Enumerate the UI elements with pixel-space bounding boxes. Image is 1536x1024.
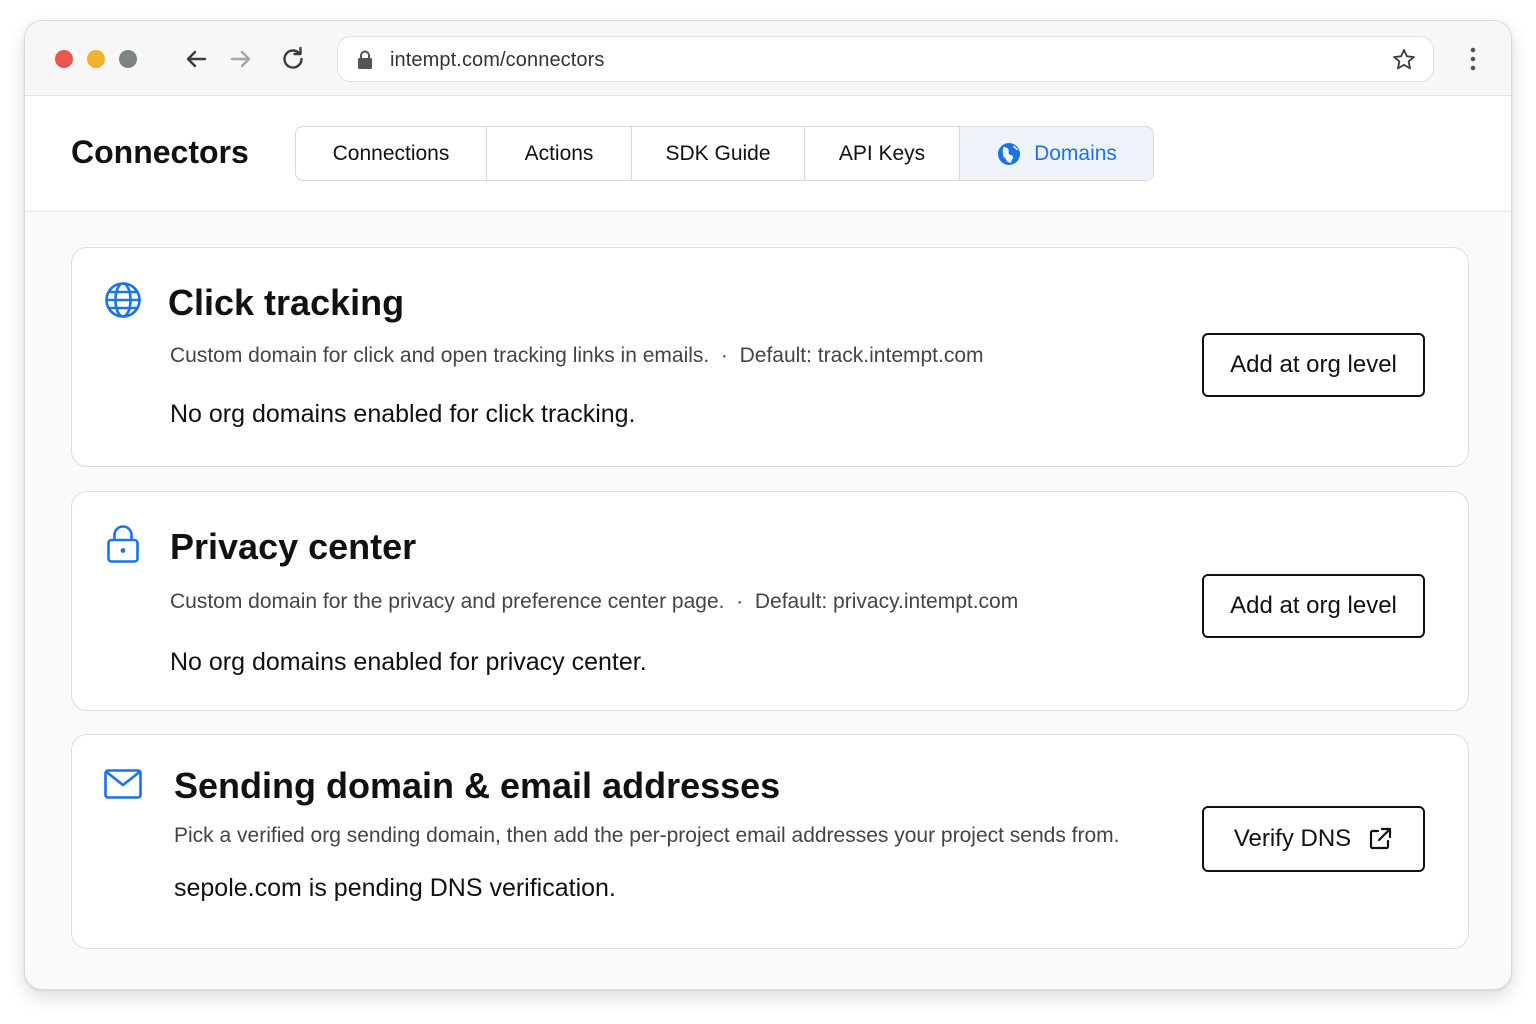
add-at-org-level-button[interactable]: Add at org level <box>1202 574 1425 638</box>
star-icon[interactable] <box>1391 47 1417 73</box>
description-text: Custom domain for click and open trackin… <box>170 344 710 367</box>
default-domain: Default: privacy.intempt.com <box>754 590 1019 613</box>
card-title: Privacy center <box>170 526 417 567</box>
button-label: Add at org level <box>1230 351 1397 378</box>
card-description: Pick a verified org sending domain, then… <box>174 824 1120 847</box>
page-title: Connectors <box>71 134 249 170</box>
button-label: Add at org level <box>1230 592 1397 619</box>
tab-sdk-guide[interactable]: SDK Guide <box>632 127 805 180</box>
mail-icon <box>104 769 142 799</box>
add-at-org-level-button[interactable]: Add at org level <box>1202 333 1425 397</box>
tab-label: Actions <box>524 141 594 165</box>
back-button[interactable] <box>180 43 212 75</box>
card-title: Sending domain & email addresses <box>174 765 781 806</box>
sending-domain-card: Sending domain & email addresses Pick a … <box>71 734 1469 949</box>
reload-icon <box>283 46 303 69</box>
card-description: Custom domain for the privacy and prefer… <box>170 590 1018 614</box>
browser-toolbar: intempt.com/connectors <box>25 21 1511 96</box>
globe-icon <box>104 281 142 319</box>
description-text: Custom domain for the privacy and prefer… <box>170 590 725 613</box>
tab-domains[interactable]: Domains <box>960 127 1153 180</box>
arrow-right-icon <box>230 50 251 68</box>
tab-label: API Keys <box>838 141 926 165</box>
verify-dns-button[interactable]: Verify DNS <box>1202 806 1425 872</box>
close-window-button[interactable] <box>55 50 73 68</box>
page-header: Connectors Connections Actions SDK Guide… <box>25 96 1511 212</box>
reload-button[interactable] <box>277 43 309 75</box>
privacy-center-card: Privacy center Custom domain for the pri… <box>71 491 1469 711</box>
address-bar[interactable]: intempt.com/connectors <box>337 36 1434 82</box>
click-tracking-card: Click tracking Custom domain for click a… <box>71 247 1469 467</box>
external-link-icon <box>1370 827 1392 850</box>
maximize-window-button[interactable] <box>119 50 137 68</box>
arrow-left-icon <box>186 50 207 68</box>
lock-icon <box>106 524 140 564</box>
browser-window: intempt.com/connectors Connectors Connec… <box>24 20 1512 990</box>
tab-label: Domains <box>1034 141 1117 165</box>
tab-actions[interactable]: Actions <box>487 127 632 180</box>
lock-icon <box>358 50 372 69</box>
card-description: Custom domain for click and open trackin… <box>170 344 984 368</box>
button-label: Verify DNS <box>1233 825 1352 852</box>
tab-api-keys[interactable]: API Keys <box>805 127 960 180</box>
separator-dot: · <box>715 344 734 367</box>
tab-label: Connections <box>332 141 450 165</box>
url-text[interactable]: intempt.com/connectors <box>390 49 605 72</box>
card-title: Click tracking <box>168 282 405 323</box>
globe-icon <box>998 142 1021 165</box>
card-status: No org domains enabled for click trackin… <box>170 400 636 428</box>
card-status: No org domains enabled for privacy cente… <box>170 648 647 676</box>
minimize-window-button[interactable] <box>87 50 105 68</box>
default-domain: Default: track.intempt.com <box>739 344 984 367</box>
forward-button[interactable] <box>225 43 257 75</box>
more-vert-icon[interactable] <box>1461 45 1485 73</box>
tab-bar: Connections Actions SDK Guide API Keys D… <box>295 126 1154 181</box>
separator-dot: · <box>730 590 749 613</box>
tab-label: SDK Guide <box>665 141 771 165</box>
tab-connections[interactable]: Connections <box>296 127 487 180</box>
card-status: sepole.com is pending DNS verification. <box>174 874 616 902</box>
